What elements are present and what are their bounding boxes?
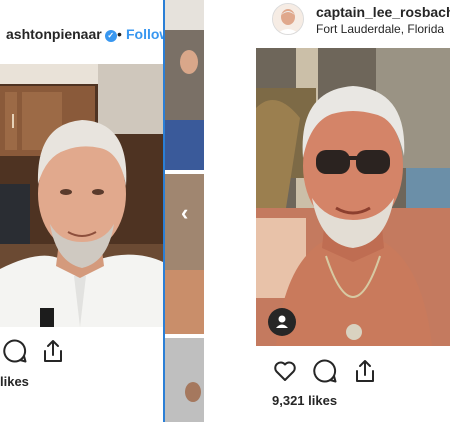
- comment-icon[interactable]: [2, 338, 28, 364]
- heart-icon[interactable]: [272, 358, 298, 384]
- user-tag-icon[interactable]: [268, 308, 296, 336]
- chevron-left-icon[interactable]: ‹: [181, 200, 188, 226]
- left-post-likes: likes: [0, 374, 29, 389]
- comment-icon[interactable]: [312, 358, 338, 384]
- follow-button[interactable]: Follow: [126, 26, 163, 42]
- right-post-card: captain_lee_rosbach✓ Fort Lauderdale, Fl…: [256, 0, 450, 422]
- left-post-photo[interactable]: [0, 64, 163, 327]
- left-post-actions: [0, 338, 163, 366]
- share-icon[interactable]: [40, 338, 66, 364]
- right-post-username[interactable]: captain_lee_rosbach✓: [316, 4, 450, 20]
- right-photo-illustration: [256, 48, 450, 346]
- right-post-photo[interactable]: [256, 48, 450, 346]
- header-separator: •: [117, 26, 122, 42]
- right-post-likes: 9,321 likes: [272, 393, 338, 408]
- share-icon[interactable]: [352, 358, 378, 384]
- left-photo-illustration: [0, 64, 163, 327]
- background-feed-strip: ‹: [165, 0, 204, 422]
- right-post-actions: [272, 358, 392, 386]
- avatar[interactable]: [272, 3, 304, 35]
- left-post-card: ashtonpienaar✓ • Follow likes: [0, 0, 163, 422]
- left-post-username[interactable]: ashtonpienaar ✓: [6, 26, 117, 42]
- left-post-header: ashtonpienaar✓ • Follow: [0, 0, 163, 64]
- verified-badge-icon: ✓: [104, 30, 117, 42]
- post-location[interactable]: Fort Lauderdale, Florida: [316, 22, 444, 36]
